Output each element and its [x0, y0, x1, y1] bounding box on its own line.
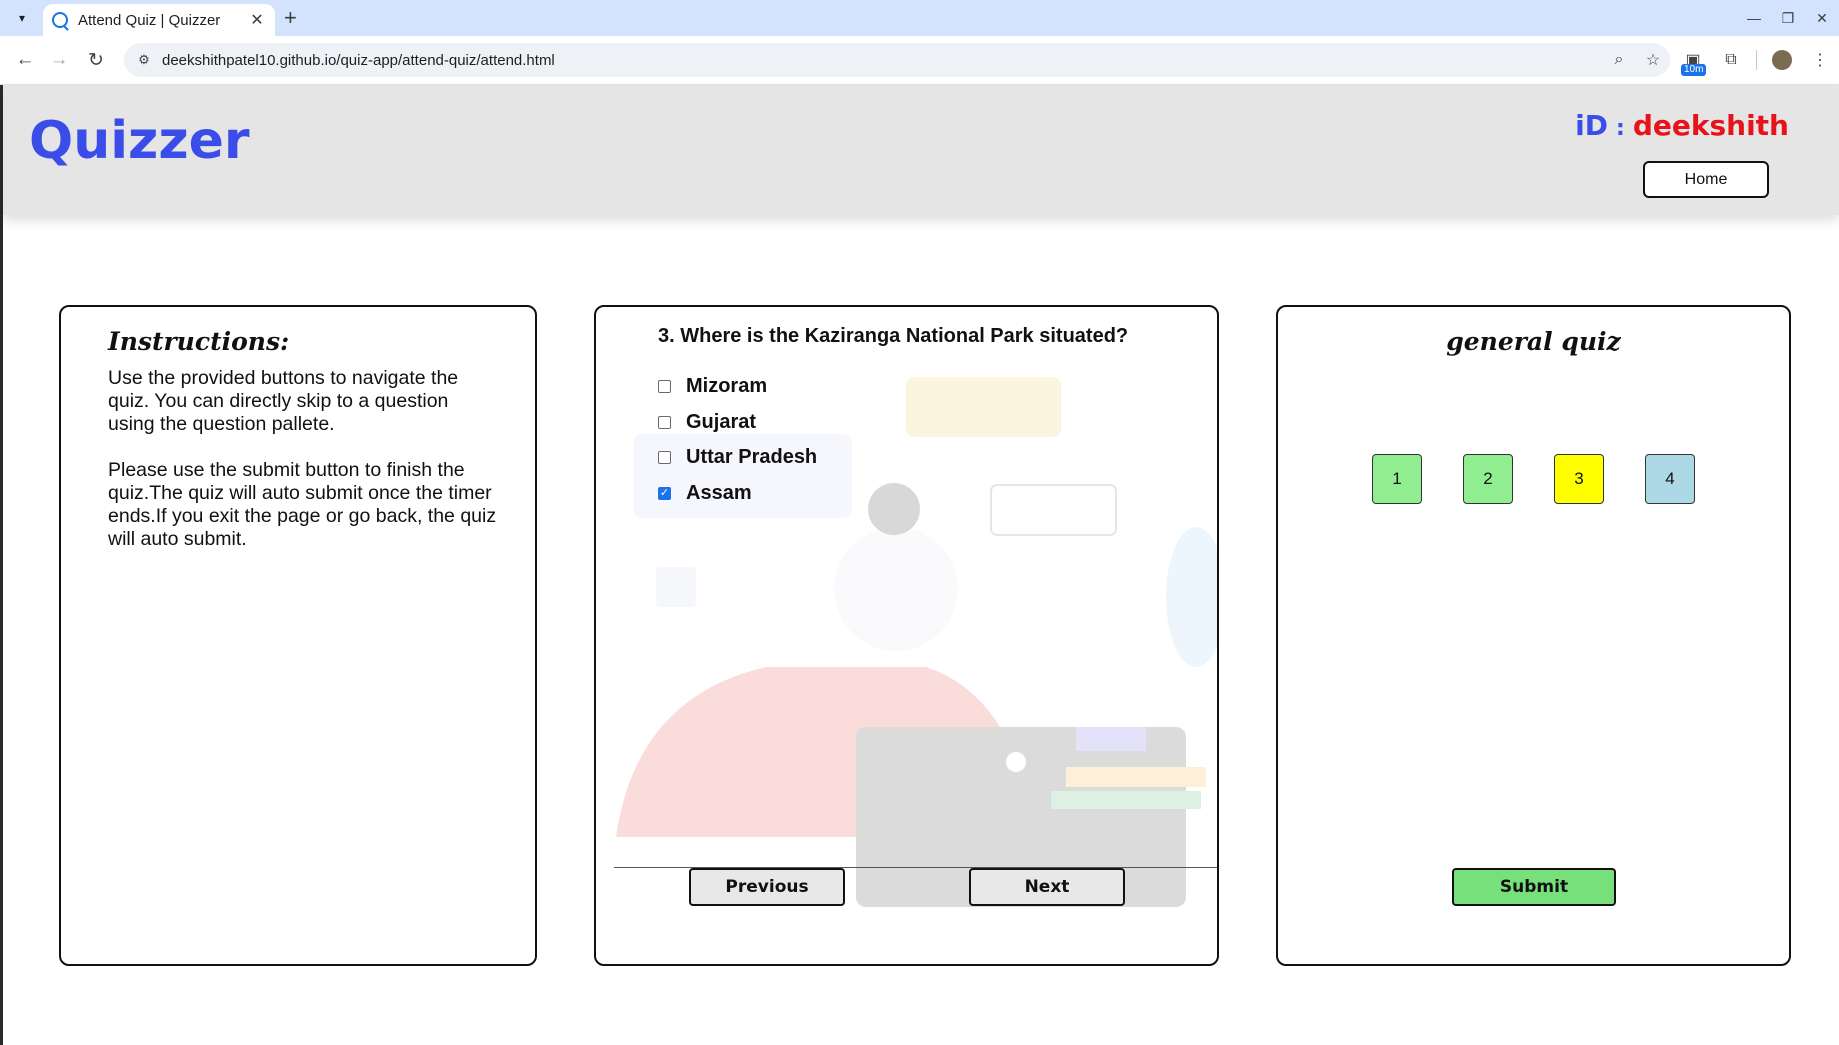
option-label: Uttar Pradesh: [686, 446, 818, 468]
address-bar[interactable]: ⚙ deekshithpatel10.github.io/quiz-app/at…: [124, 43, 1670, 77]
forward-arrow-icon[interactable]: →: [44, 46, 74, 74]
url-text[interactable]: deekshithpatel10.github.io/quiz-app/atte…: [162, 52, 1602, 69]
option-uttar-pradesh[interactable]: Uttar Pradesh: [658, 446, 817, 469]
option-checkbox[interactable]: [658, 380, 671, 393]
palette-button-4[interactable]: 4: [1645, 454, 1695, 504]
next-button[interactable]: Next: [969, 868, 1125, 906]
option-gujarat[interactable]: Gujarat: [658, 411, 756, 434]
option-assam[interactable]: ✓ Assam: [658, 482, 752, 505]
restore-icon[interactable]: ❐: [1771, 10, 1805, 27]
bookmark-star-icon[interactable]: ☆: [1636, 50, 1670, 70]
option-label: Assam: [686, 482, 752, 504]
extensions-puzzle-icon[interactable]: ⧉: [1712, 51, 1750, 69]
instructions-paragraph: Please use the submit button to finish t…: [108, 459, 497, 550]
window-edge: [0, 85, 3, 1045]
window-controls: — ❐ ✕: [1737, 0, 1839, 36]
browser-toolbar: ← → ↻ ⚙ deekshithpatel10.github.io/quiz-…: [0, 36, 1839, 85]
question-card: 3. Where is the Kaziranga National Park …: [594, 305, 1219, 966]
menu-kebab-icon[interactable]: ⋮: [1801, 50, 1839, 70]
minimize-icon[interactable]: —: [1737, 10, 1771, 26]
browser-tab[interactable]: Attend Quiz | Quizzer ✕: [43, 4, 275, 36]
tab-close-icon[interactable]: ✕: [247, 10, 267, 30]
option-label: Gujarat: [686, 411, 757, 433]
extension-badge: 10m: [1681, 64, 1707, 76]
home-button[interactable]: Home: [1643, 161, 1769, 198]
option-mizoram[interactable]: Mizoram: [658, 375, 767, 398]
profile-avatar[interactable]: [1763, 50, 1801, 70]
instructions-title: Instructions:: [108, 327, 290, 356]
quizzer-favicon-icon: [52, 12, 68, 28]
palette-button-3[interactable]: 3: [1554, 454, 1604, 504]
instructions-paragraph: Use the provided buttons to navigate the…: [108, 367, 459, 435]
submit-button[interactable]: Submit: [1452, 868, 1616, 906]
user-id: iD : deekshith: [1575, 109, 1789, 142]
window-close-icon[interactable]: ✕: [1805, 10, 1839, 27]
id-separator: :: [1616, 116, 1625, 141]
tab-search-chevron-down-icon[interactable]: ▾: [10, 7, 34, 29]
back-arrow-icon[interactable]: ←: [10, 46, 40, 74]
username: deekshith: [1632, 109, 1789, 142]
option-checkbox[interactable]: [658, 451, 671, 464]
reload-icon[interactable]: ↻: [81, 46, 111, 74]
palette-button-1[interactable]: 1: [1372, 454, 1422, 504]
site-info-icon[interactable]: ⚙: [134, 50, 154, 70]
question-palette-card: general quiz 1 2 3 4 Submit: [1276, 305, 1791, 966]
toolbar-right: ▣ 10m ⧉ ⋮: [1674, 46, 1839, 76]
brand-logo[interactable]: Quizzer: [29, 111, 250, 171]
toolbar-separator: [1756, 50, 1757, 70]
new-tab-plus-icon[interactable]: +: [284, 5, 297, 31]
id-label: iD: [1575, 109, 1609, 142]
option-checkbox-checked[interactable]: ✓: [658, 487, 671, 500]
quiz-title: general quiz: [1446, 327, 1621, 356]
tab-title: Attend Quiz | Quizzer: [78, 11, 221, 29]
site-header: Quizzer iD : deekshith Home: [3, 85, 1839, 215]
instructions-card: Instructions: Use the provided buttons t…: [59, 305, 537, 966]
browser-tabstrip: ▾ Attend Quiz | Quizzer ✕ + — ❐ ✕: [0, 0, 1839, 36]
option-label: Mizoram: [686, 375, 768, 397]
zoom-icon[interactable]: ⌕: [1602, 51, 1636, 69]
palette-button-2[interactable]: 2: [1463, 454, 1513, 504]
previous-button[interactable]: Previous: [689, 868, 845, 906]
option-checkbox[interactable]: [658, 416, 671, 429]
timer-extension-icon[interactable]: ▣ 10m: [1674, 50, 1712, 76]
page: Quizzer iD : deekshith Home Instructions…: [0, 85, 1839, 1045]
question-text: 3. Where is the Kaziranga National Park …: [658, 325, 1129, 347]
